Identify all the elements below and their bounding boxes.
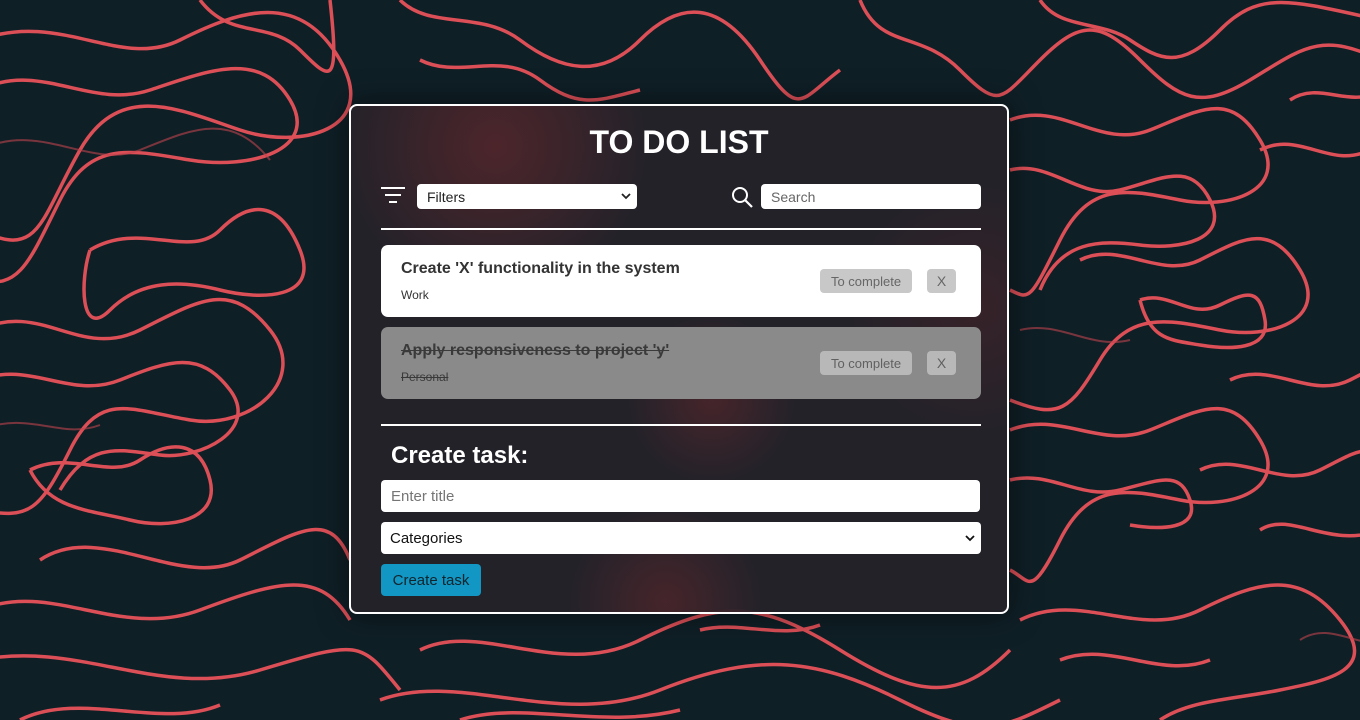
chevron-down-icon [965,535,975,542]
task-title: Create 'X' functionality in the system [401,260,680,277]
delete-button[interactable]: X [927,351,956,375]
task-item-completed: Apply responsiveness to project 'y' Pers… [381,327,981,399]
create-task-button[interactable]: Create task [381,564,481,596]
page-title: TO DO LIST [589,124,769,160]
task-category: Work [401,288,429,302]
divider-top [381,228,981,230]
divider-bottom [381,424,981,426]
delete-button[interactable]: X [927,269,956,293]
filter-icon[interactable] [381,186,405,204]
task-category: Personal [401,370,449,384]
search-icon[interactable] [731,186,753,208]
filter-select-value: Filters [427,188,466,205]
category-select[interactable]: Categories [381,522,981,554]
task-title: Apply responsiveness to project 'y' [401,342,670,359]
complete-button[interactable]: To complete [820,269,912,293]
task-item: Create 'X' functionality in the system W… [381,245,981,317]
complete-button[interactable]: To complete [820,351,912,375]
chevron-down-icon [621,193,631,200]
task-title-input[interactable] [381,480,980,512]
todo-panel: TO DO LIST Filters Create 'X' functional… [349,104,1009,614]
filter-select[interactable]: Filters [417,184,637,209]
create-task-heading: Create task: [391,442,529,469]
category-select-value: Categories [390,529,463,547]
search-input[interactable] [761,184,981,209]
